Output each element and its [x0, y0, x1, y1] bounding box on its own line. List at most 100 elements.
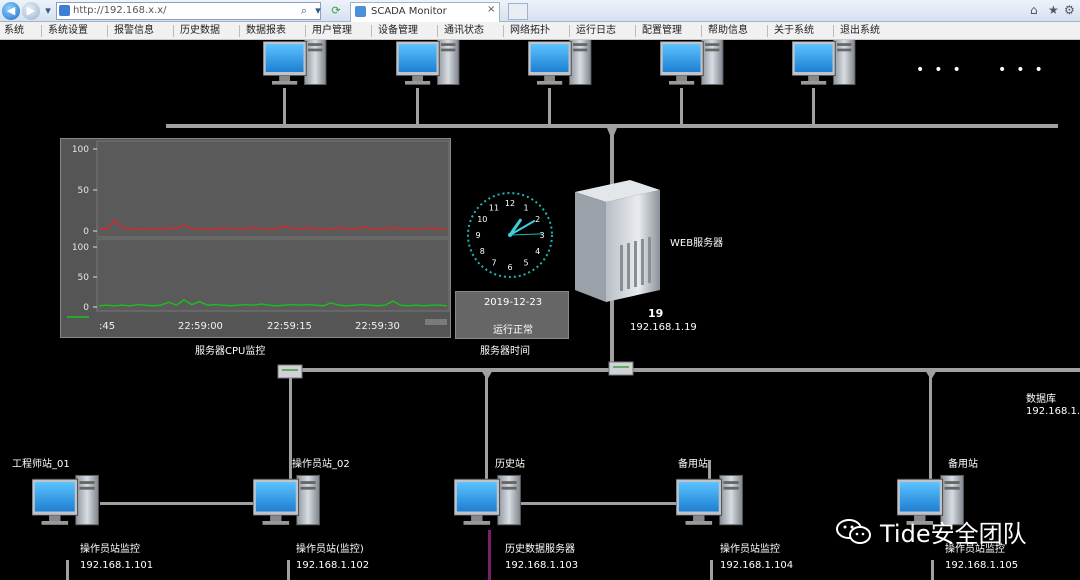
menu-item[interactable]: 系统: [4, 24, 24, 38]
ws3-name: 历史数据服务器: [505, 544, 575, 555]
favorites-star-icon[interactable]: ★: [1048, 3, 1059, 17]
clock-number: 9: [475, 231, 480, 240]
address-dropdown-icon[interactable]: ▾: [310, 3, 326, 19]
switch-icon[interactable]: [277, 364, 303, 379]
server-name: WEB服务器: [670, 238, 724, 249]
ws1-top-label: 工程师站_01: [12, 459, 70, 470]
server-number: 19: [648, 307, 664, 320]
menu-item[interactable]: 退出系统: [840, 24, 880, 38]
settings-gear-icon[interactable]: ⚙: [1064, 3, 1075, 17]
clock-number: 6: [507, 263, 512, 272]
tab-scada[interactable]: SCADA Monitor: [350, 2, 500, 22]
menu-item[interactable]: 网络拓扑: [510, 24, 550, 38]
server-tower-icon[interactable]: [575, 180, 660, 302]
menu-separator: [107, 25, 108, 37]
more-dots-icon[interactable]: •••: [998, 62, 1053, 78]
ws5-ip: 192.168.1.105: [945, 560, 1019, 571]
y-tick-label: 0: [83, 227, 89, 237]
menu-separator: [635, 25, 636, 37]
menu-item[interactable]: 报警信息: [114, 24, 154, 38]
watermark-text: Tide安全团队: [880, 520, 1027, 548]
new-tab-button[interactable]: [508, 3, 528, 20]
address-input[interactable]: http://192.168.x.x/: [56, 2, 321, 20]
panel-caption: 服务器CPU监控: [195, 346, 266, 357]
more-dots-icon[interactable]: •••: [916, 62, 971, 78]
history-dropdown-icon[interactable]: ▾: [40, 3, 56, 19]
server-clock: 12 12 3 45 6 789 1011: [467, 192, 553, 278]
home-icon[interactable]: ⌂: [1030, 3, 1038, 17]
menu-item[interactable]: 帮助信息: [708, 24, 748, 38]
menu-item[interactable]: 运行日志: [576, 24, 616, 38]
wechat-icon: [836, 519, 871, 544]
menu-item[interactable]: 用户管理: [312, 24, 352, 38]
bottom-workstations: [32, 474, 964, 526]
switch-icon[interactable]: [608, 361, 634, 376]
tab-favicon-icon: [355, 6, 366, 17]
top-workstations: [263, 40, 856, 126]
clock-number: 11: [489, 203, 499, 212]
refresh-icon[interactable]: ⟳: [328, 3, 344, 19]
ws3-ip: 192.168.1.103: [505, 560, 579, 571]
right-device-ip: 192.168.1.20: [1026, 406, 1080, 417]
ws3-top-label: 历史站: [495, 459, 525, 470]
clock-number: 10: [477, 215, 487, 224]
back-icon[interactable]: ◀: [2, 2, 20, 20]
y-tick-label: 0: [83, 303, 89, 313]
menu-bar: 系统 系统设置 报警信息 历史数据 数据报表 用户管理 设备管理 通讯状态 网络拓扑 运行日志 配置…: [0, 22, 1080, 40]
plot-area: [96, 140, 450, 238]
status-date: 2019-12-23: [483, 297, 543, 308]
clock-number: 2: [535, 215, 540, 224]
tab-close-icon[interactable]: ×: [487, 4, 495, 15]
ws4-ip: 192.168.1.104: [720, 560, 794, 571]
menu-item[interactable]: 设备管理: [378, 24, 418, 38]
top-network-bus: [166, 124, 1058, 128]
cpu-line-charts: 100 50 0 100 50 0:45 22:59:00 22:59:15 22:59:30: [67, 140, 450, 332]
x-tick-label: 22:59:00: [178, 321, 223, 332]
menu-separator: [833, 25, 834, 37]
ws4-top-label: 备用站: [678, 459, 708, 470]
right-device-name: 数据库: [1026, 394, 1056, 405]
y-tick-label: 50: [78, 186, 90, 196]
ws5-top-label: 备用站: [948, 459, 978, 470]
lower-network-bus: [283, 368, 1080, 372]
ws2-ip: 192.168.1.102: [296, 560, 370, 571]
menu-item[interactable]: 系统设置: [48, 24, 88, 38]
server-ip: 192.168.1.19: [630, 322, 697, 333]
clock-number: 8: [480, 247, 485, 256]
y-tick-label: 100: [72, 243, 89, 253]
menu-item[interactable]: 通讯状态: [444, 24, 484, 38]
menu-item[interactable]: 关于系统: [774, 24, 814, 38]
menu-item[interactable]: 历史数据: [180, 24, 220, 38]
y-tick-label: 100: [72, 145, 89, 155]
forward-icon[interactable]: ▶: [22, 2, 40, 20]
menu-separator: [767, 25, 768, 37]
x-tick-label: 22:59:15: [267, 321, 312, 332]
scroll-thumb: [425, 319, 447, 325]
y-tick-label: 50: [78, 273, 90, 283]
menu-separator: [305, 25, 306, 37]
clock-number: 3: [539, 231, 544, 240]
menu-separator: [701, 25, 702, 37]
menu-separator: [173, 25, 174, 37]
ws4-name: 操作员站监控: [720, 544, 780, 555]
page-icon: [59, 5, 70, 16]
x-tick-label: 22:59:30: [355, 321, 400, 332]
menu-item[interactable]: 数据报表: [246, 24, 286, 38]
scada-window: ◀ ▶ ▾ http://192.168.x.x/ ⌕ ▾ ⟳ SCADA Mo…: [0, 0, 1080, 580]
clock-number: 7: [491, 259, 496, 268]
clock-number: 4: [535, 247, 540, 256]
plot-area: [96, 238, 450, 312]
status-text: 运行正常: [493, 325, 533, 336]
clock-center: [508, 233, 512, 237]
menu-separator: [41, 25, 42, 37]
menu-separator: [371, 25, 372, 37]
ws1-ip: 192.168.1.101: [80, 560, 154, 571]
cpu-chart-panel: 100 50 0 100 50 0:45 22:59:00 22:59:15 22:59:30: [60, 138, 451, 338]
server-status-box: 2019-12-23 运行正常: [455, 291, 569, 339]
menu-item[interactable]: 配置管理: [642, 24, 682, 38]
menu-separator: [569, 25, 570, 37]
clock-number: 12: [505, 199, 515, 208]
ws2-name: 操作员站(监控): [296, 544, 364, 555]
menu-separator: [239, 25, 240, 37]
browser-toolbar: ◀ ▶ ▾ http://192.168.x.x/ ⌕ ▾ ⟳ SCADA Mo…: [0, 0, 1080, 22]
